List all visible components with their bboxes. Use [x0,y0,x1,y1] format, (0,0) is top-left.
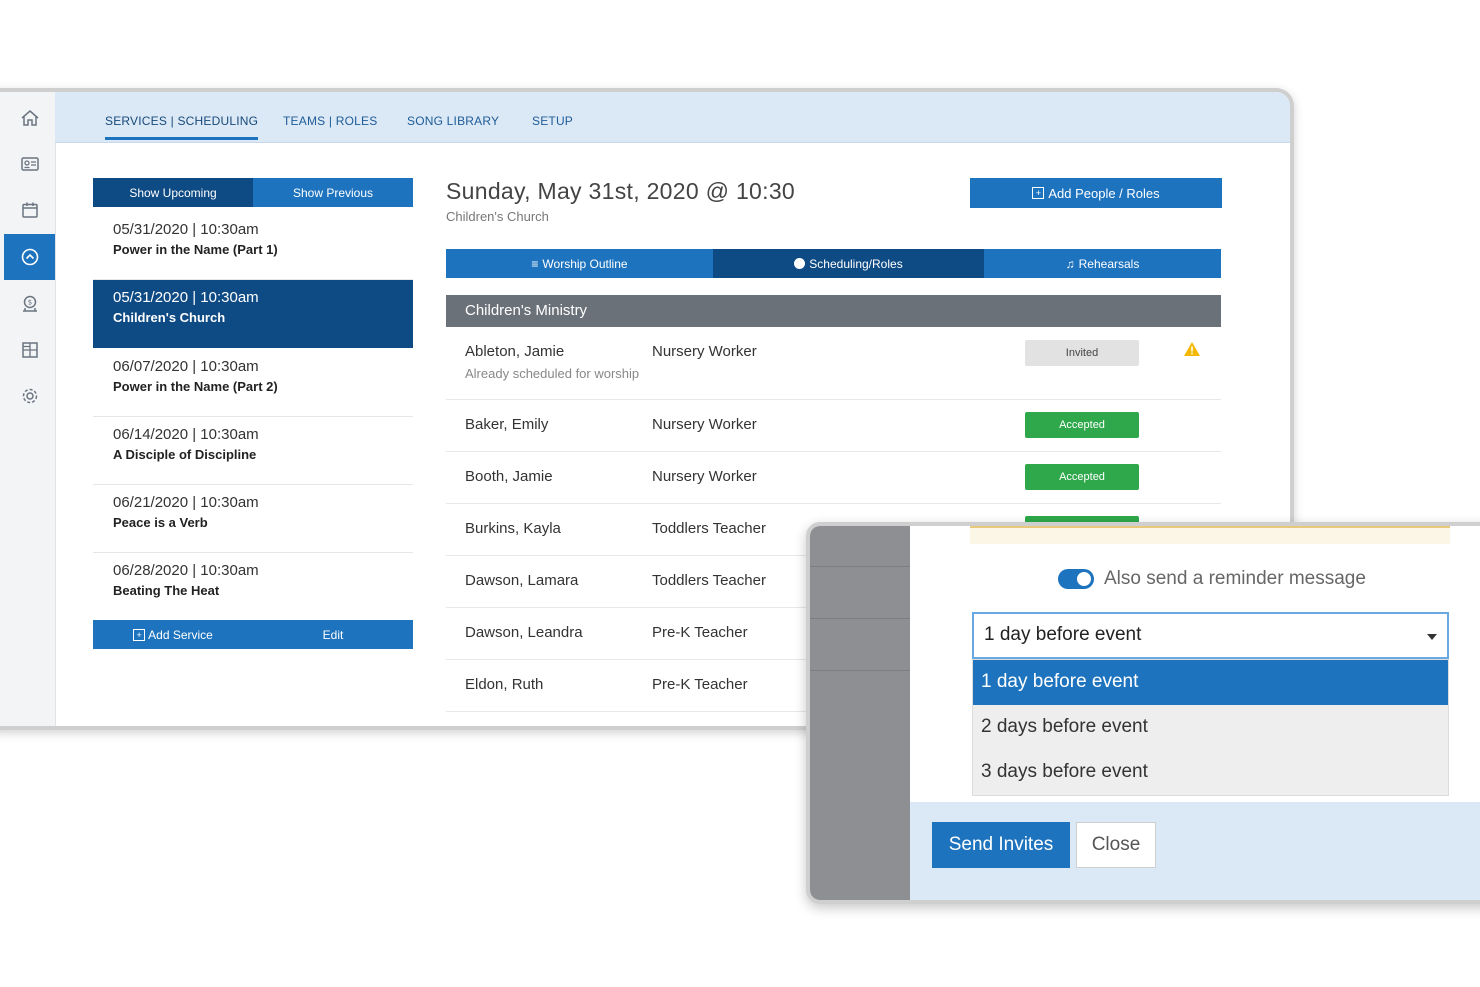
grid-icon[interactable] [10,330,50,370]
svg-text:$: $ [28,299,32,307]
list-music-icon: ≡ [531,256,539,271]
status-badge: Accepted [1025,412,1139,438]
edit-service-button[interactable]: Edit [253,620,413,649]
service-actions: + Add Service Edit [93,620,413,649]
service-item[interactable]: 06/07/2020 | 10:30am Power in the Name (… [93,349,413,417]
close-button[interactable]: Close [1076,822,1156,868]
modal-backdrop-panel [810,526,910,900]
person-name: Eldon, Ruth [465,676,544,693]
option-3-days[interactable]: 3 days before event [973,750,1448,795]
service-name: A Disciple of Discipline [113,447,257,462]
service-date: 05/31/2020 | 10:30am [113,289,259,306]
person-role: Nursery Worker [652,343,757,360]
tab-services-scheduling[interactable]: SERVICES | SCHEDULING [105,114,259,140]
reminder-option: Also send a reminder message [1058,568,1366,590]
service-item[interactable]: 06/28/2020 | 10:30am Beating The Heat [93,553,413,621]
page-title: Sunday, May 31st, 2020 @ 10:30 [446,178,796,204]
person-role: Toddlers Teacher [652,572,766,589]
row-note: Already scheduled for worship [465,366,640,381]
top-nav: SERVICES | SCHEDULING TEAMS | ROLES SONG… [55,92,1290,143]
person-role: Nursery Worker [652,416,757,433]
status-badge: Accepted [1025,464,1139,490]
reminder-label: Also send a reminder message [1104,568,1366,589]
service-item[interactable]: 06/14/2020 | 10:30am A Disciple of Disci… [93,417,413,485]
table-row[interactable]: Booth, Jamie Nursery Worker Accepted [446,452,1221,504]
chevron-up-circle-icon[interactable] [4,234,55,280]
id-card-icon[interactable] [10,144,50,184]
person-name: Ableton, Jamie [465,343,565,360]
plus-box-icon: + [133,628,146,641]
chevron-down-icon [1427,634,1437,640]
service-item[interactable]: 06/21/2020 | 10:30am Peace is a Verb [93,485,413,553]
person-name: Dawson, Lamara [465,572,579,589]
user-circle-icon [794,258,806,269]
reminder-timing-options: 1 day before event 2 days before event 3… [972,659,1449,796]
service-date: 06/28/2020 | 10:30am [113,562,259,579]
show-previous-button[interactable]: Show Previous [253,178,413,207]
page-subtitle: Children's Church [446,209,549,224]
tab-teams-roles[interactable]: TEAMS | ROLES [283,114,377,140]
plus-box-icon: + [1032,187,1045,199]
table-row[interactable]: Ableton, Jamie Nursery Worker Already sc… [446,328,1221,400]
tab-label: Scheduling/Roles [809,256,903,271]
option-1-day[interactable]: 1 day before event [973,660,1448,705]
service-filter-toggle: Show Upcoming Show Previous [93,178,413,207]
service-item[interactable]: 05/31/2020 | 10:30am Power in the Name (… [93,212,413,280]
modal-top-strip [970,526,1450,544]
service-date: 06/14/2020 | 10:30am [113,426,259,443]
service-name: Power in the Name (Part 2) [113,379,278,394]
table-row[interactable]: Baker, Emily Nursery Worker Accepted [446,400,1221,452]
person-role: Pre-K Teacher [652,676,748,693]
add-people-roles-button[interactable]: + Add People / Roles [970,178,1222,208]
person-role: Toddlers Teacher [652,520,766,537]
person-role: Nursery Worker [652,468,757,485]
tab-worship-outline[interactable]: ≡ Worship Outline [446,249,713,278]
detail-subtabs: ≡ Worship Outline Scheduling/Roles ♫ Reh… [446,249,1221,278]
service-name: Beating The Heat [113,583,220,598]
service-date: 06/07/2020 | 10:30am [113,358,259,375]
add-people-roles-label: Add People / Roles [1048,185,1160,201]
select-value: 1 day before event [984,624,1142,645]
warning-icon[interactable] [1183,341,1201,362]
tab-setup[interactable]: SETUP [532,114,573,140]
status-badge: Invited [1025,340,1139,366]
add-service-button[interactable]: + Add Service [93,620,253,649]
music-note-icon: ♫ [1065,256,1075,271]
service-date: 06/21/2020 | 10:30am [113,494,259,511]
tab-rehearsals[interactable]: ♫ Rehearsals [984,249,1221,278]
icon-rail: $ [0,92,56,726]
show-upcoming-button[interactable]: Show Upcoming [93,178,253,207]
tab-label: Rehearsals [1078,256,1140,271]
reminder-timing-select[interactable]: 1 day before event [972,612,1449,659]
send-invites-modal: Also send a reminder message 1 day befor… [806,522,1480,904]
calendar-icon[interactable] [10,190,50,230]
money-icon[interactable]: $ [10,284,50,324]
service-name: Power in the Name (Part 1) [113,242,278,257]
service-item-selected[interactable]: 05/31/2020 | 10:30am Children's Church [93,280,413,348]
person-role: Pre-K Teacher [652,624,748,641]
tab-scheduling-roles[interactable]: Scheduling/Roles [713,249,984,278]
service-name: Peace is a Verb [113,515,208,530]
person-name: Baker, Emily [465,416,549,433]
person-name: Booth, Jamie [465,468,553,485]
reminder-toggle[interactable] [1058,569,1094,589]
tab-label: Worship Outline [542,256,628,271]
gear-icon[interactable] [10,376,50,416]
ministry-header: Children's Ministry [446,295,1221,327]
person-name: Burkins, Kayla [465,520,561,537]
add-service-label: Add Service [148,627,213,642]
service-date: 05/31/2020 | 10:30am [113,221,259,238]
person-name: Dawson, Leandra [465,624,583,641]
service-name: Children's Church [113,310,226,325]
home-icon[interactable] [10,98,50,138]
send-invites-button[interactable]: Send Invites [932,822,1070,868]
tab-song-library[interactable]: SONG LIBRARY [407,114,499,140]
modal-footer: Send Invites Close [910,802,1480,900]
option-2-days[interactable]: 2 days before event [973,705,1448,750]
